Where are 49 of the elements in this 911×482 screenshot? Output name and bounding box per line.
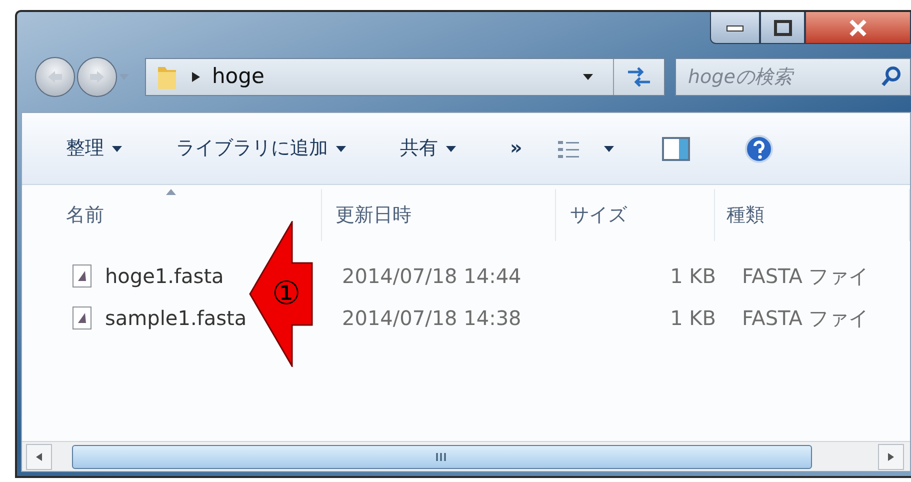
breadcrumb-item-text[interactable]: hoge [212, 61, 264, 93]
preview-pane-icon[interactable] [662, 136, 690, 160]
search-icon [881, 66, 901, 88]
file-name[interactable]: hoge1.fasta [105, 261, 224, 291]
scrollbar-thumb[interactable] [72, 444, 812, 468]
modified-date-cell-text: 2014/07/18 14:44 [341, 264, 522, 288]
toolbar-menu-button[interactable]: 整理 [66, 134, 122, 163]
type-cell: FASTA ファイ [742, 264, 869, 288]
toolbar-menu-button[interactable]: ライブラリに追加 [176, 134, 346, 163]
more-button[interactable]: » [510, 134, 522, 163]
chevron-icon [192, 72, 200, 82]
file-icon [72, 306, 92, 330]
file-icon [72, 264, 92, 288]
column-header[interactable]: 更新日時 [322, 189, 556, 241]
search-field[interactable]: hogeの検索 [675, 58, 911, 96]
toolbar-menu-button[interactable]: 共有 [400, 134, 456, 163]
dropdown-caret-icon [446, 146, 456, 152]
minimize-button[interactable] [710, 12, 760, 44]
left-arrow-icon [36, 452, 42, 460]
annotation-number: ① [272, 275, 301, 311]
size-cell-text: 1 KB [670, 263, 716, 290]
scroll-left-button[interactable] [26, 444, 52, 470]
close-button[interactable] [805, 12, 911, 44]
maximize-icon [774, 20, 792, 36]
view-options-icon[interactable] [558, 138, 580, 158]
back-arrow-icon [46, 69, 64, 85]
address-bar[interactable]: hoge [145, 58, 665, 96]
horizontal-scrollbar[interactable] [22, 441, 910, 471]
forward-button[interactable] [77, 57, 117, 97]
forward-arrow-icon [88, 69, 106, 85]
file-name[interactable]: sample1.fasta [105, 303, 247, 333]
close-icon [848, 18, 868, 36]
help-icon[interactable] [744, 134, 774, 164]
type-cell: FASTA ファイ [742, 306, 869, 330]
back-button[interactable] [35, 57, 75, 97]
right-arrow-icon [888, 452, 894, 460]
size-cell-text: 1 KB [670, 305, 716, 332]
dropdown-caret-icon [112, 146, 122, 152]
scroll-right-button[interactable] [878, 444, 904, 470]
modified-date-cell-text: 2014/07/18 14:38 [341, 306, 522, 330]
grip-icon [435, 452, 449, 460]
minimize-icon [726, 24, 744, 32]
dropdown-caret-icon[interactable] [604, 146, 614, 152]
sort-arrow-icon [166, 189, 176, 195]
column-header[interactable]: 種類 [714, 189, 910, 241]
dropdown-caret-icon[interactable] [583, 74, 593, 80]
maximize-button[interactable] [760, 12, 805, 44]
dropdown-caret-icon [336, 146, 346, 152]
column-header[interactable]: サイズ [556, 189, 715, 241]
